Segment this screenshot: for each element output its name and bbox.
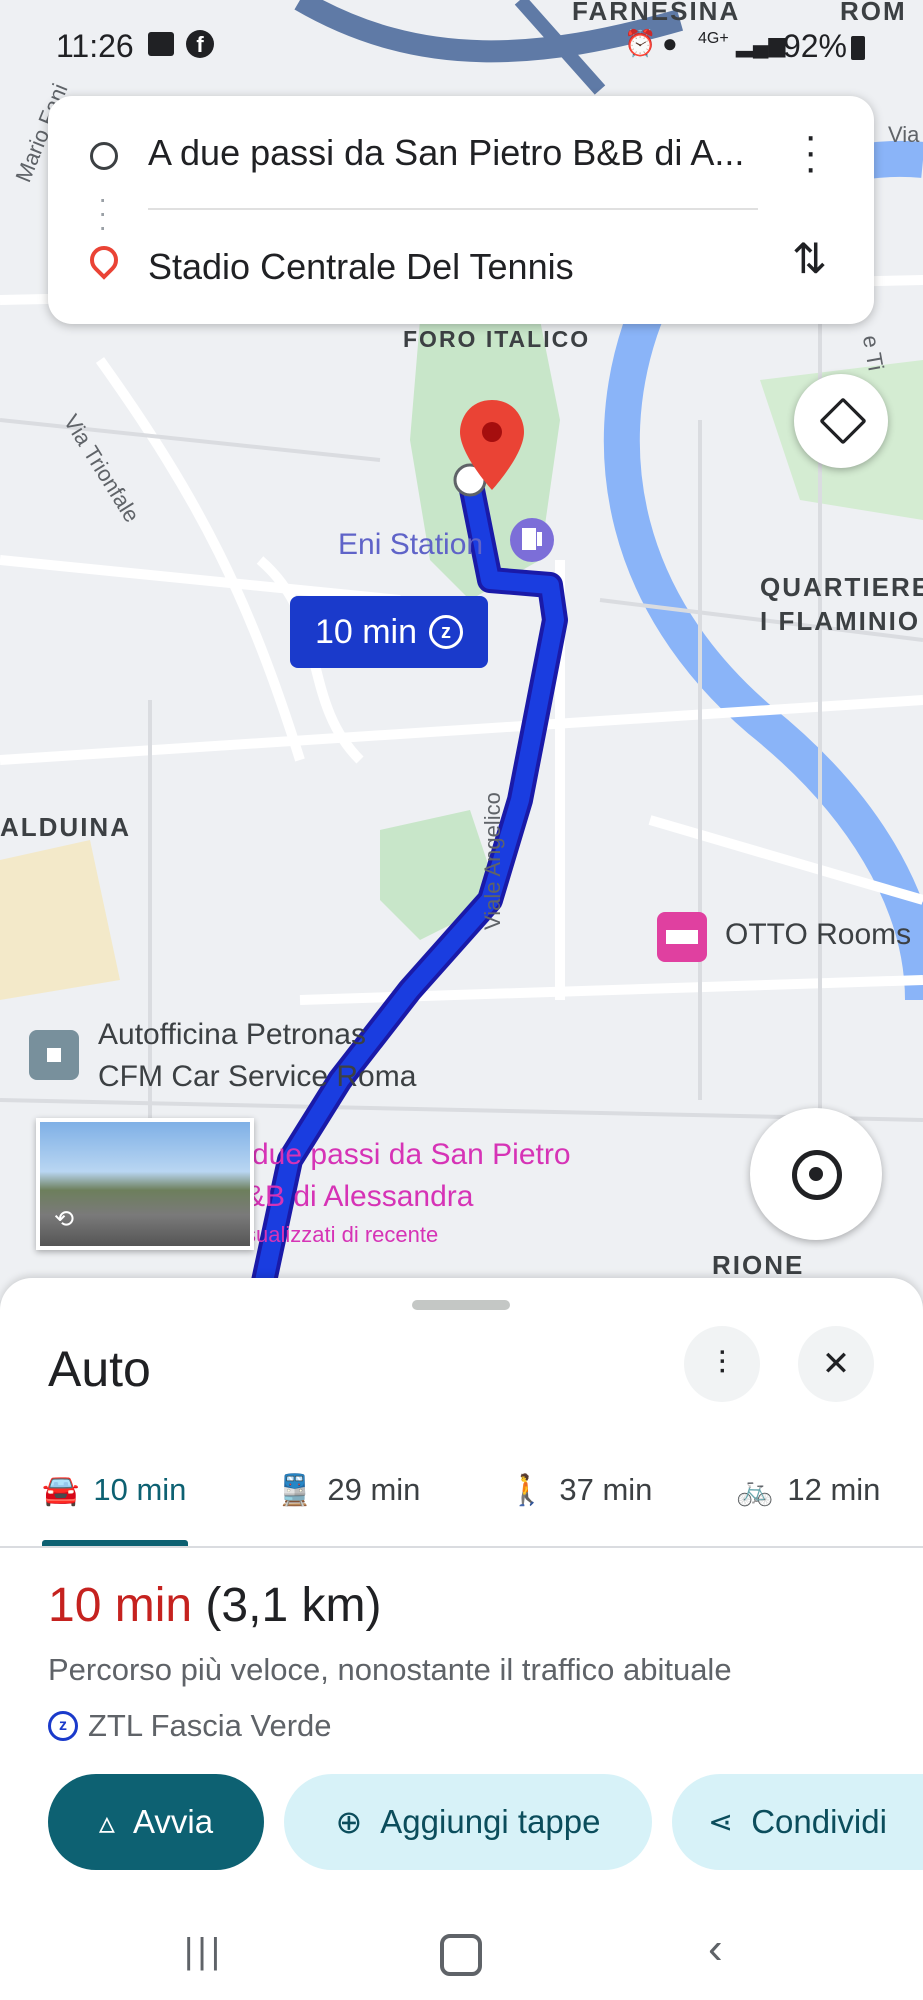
gallery-icon: [148, 32, 174, 56]
map-label-flaminio: I FLAMINIO: [760, 606, 921, 636]
field-divider: [148, 208, 758, 210]
map-label-quartiere: QUARTIERE: [760, 572, 923, 602]
map-label-balduina: ALDUINA: [0, 812, 131, 842]
map-label-rione: RIONE: [712, 1250, 805, 1280]
walk-icon: 🚶: [508, 1473, 546, 1507]
sheet-title: Auto: [48, 1341, 151, 1397]
ztl-row: z ZTL Fascia Verde: [48, 1708, 332, 1744]
map-label-bb-recent: sualizzati di recente: [245, 1222, 439, 1247]
battery-icon: [851, 36, 865, 60]
route-distance: (3,1 km): [205, 1579, 382, 1632]
tab-walk[interactable]: 🚶 37 min: [508, 1460, 652, 1520]
close-button[interactable]: ✕: [798, 1326, 874, 1402]
ztl-icon: z: [429, 615, 464, 649]
add-location-icon: ⊕: [335, 1804, 363, 1840]
map-label-bb-1: due passi da San Pietro: [252, 1138, 571, 1171]
facebook-icon: f: [186, 30, 214, 58]
route-options-button[interactable]: ⫶: [684, 1326, 760, 1402]
tab-bike[interactable]: 🚲 12 min: [736, 1460, 880, 1520]
status-bar: 11:26 f ⏰ ● 4G+ ▂▄▆ 92%: [0, 0, 923, 100]
hotel-icon[interactable]: [657, 912, 707, 962]
route-description: Percorso più veloce, nonostante il traff…: [48, 1652, 732, 1687]
bike-icon: 🚲: [736, 1473, 774, 1507]
back-icon[interactable]: ‹: [708, 1924, 723, 1974]
train-icon: 🚆: [276, 1473, 314, 1507]
route-time-badge[interactable]: 10 min z: [290, 596, 488, 668]
sliders-icon: ⫶: [717, 1345, 726, 1381]
gas-station-icon[interactable]: [510, 518, 554, 562]
map-label-bb-2: &B di Alessandra: [245, 1180, 474, 1213]
route-duration: 10 min: [48, 1579, 193, 1632]
map-label-via: Via: [888, 122, 920, 147]
more-options-icon[interactable]: · · ·: [804, 116, 817, 188]
status-time: 11:26: [56, 28, 134, 64]
route-time-label: 10 min: [314, 612, 418, 651]
add-stops-button[interactable]: ⊕ Aggiungi tappe: [284, 1774, 652, 1870]
add-stops-label: Aggiungi tappe: [380, 1803, 601, 1840]
tab-car-label: 10 min: [93, 1472, 187, 1507]
tab-bike-label: 12 min: [787, 1472, 881, 1507]
my-location-button[interactable]: [750, 1108, 882, 1240]
origin-circle-icon: [90, 142, 118, 170]
tabs-divider: [0, 1546, 923, 1548]
map-label-cfm: CFM Car Service Roma: [98, 1060, 417, 1093]
navigation-arrow-icon: ▵: [98, 1804, 115, 1840]
nav-bar: ||| ‹: [0, 1900, 923, 2000]
route-summary[interactable]: 10 min (3,1 km): [48, 1578, 381, 1633]
recent-apps-icon[interactable]: |||: [184, 1930, 224, 1972]
map-label-autofficina: Autofficina Petronas: [98, 1018, 366, 1051]
map-label-foro-italico: FORO ITALICO: [403, 326, 591, 352]
start-label: Avvia: [132, 1803, 214, 1840]
car-service-icon[interactable]: [29, 1030, 79, 1080]
ztl-label: ZTL Fascia Verde: [88, 1708, 332, 1743]
alarm-icon: ⏰: [624, 28, 657, 58]
network-label: 4G+: [698, 30, 729, 47]
start-button[interactable]: ▵ Avvia: [48, 1774, 264, 1870]
swap-icon[interactable]: ⇅: [792, 234, 827, 283]
street-view-thumbnail[interactable]: ⟲: [36, 1118, 254, 1250]
layers-button[interactable]: [794, 374, 888, 468]
tab-transit-label: 29 min: [327, 1472, 421, 1507]
tab-walk-label: 37 min: [559, 1472, 653, 1507]
close-icon: ✕: [821, 1345, 851, 1383]
share-icon: ⋖: [708, 1805, 734, 1839]
map-label-otto-rooms: OTTO Rooms: [725, 918, 912, 951]
tab-car[interactable]: 🚘 10 min: [42, 1460, 186, 1520]
home-icon[interactable]: [440, 1934, 482, 1976]
tab-transit[interactable]: 🚆 29 min: [276, 1460, 420, 1520]
route-dots: · · ·: [98, 183, 108, 242]
map-label-eni-station: Eni Station: [338, 528, 484, 561]
street-view-rotate-icon: ⟲: [54, 1206, 75, 1233]
share-label: Condividi: [751, 1803, 887, 1840]
share-button[interactable]: ⋖ Condividi: [672, 1774, 923, 1870]
map-label-viale-angelico: Viale Angelico: [480, 792, 505, 930]
directions-card: A due passi da San Pietro B&B di A... · ·…: [48, 96, 874, 324]
signal-icon: ▂▄▆: [736, 32, 786, 57]
battery-percent: 92%: [782, 28, 847, 64]
origin-field[interactable]: A due passi da San Pietro B&B di A...: [148, 132, 744, 174]
location-icon: ●: [662, 28, 678, 58]
crosshair-dot: [809, 1167, 823, 1181]
layers-icon: [819, 397, 867, 445]
ztl-icon: z: [48, 1711, 78, 1741]
car-icon: 🚘: [42, 1473, 80, 1507]
sheet-drag-handle[interactable]: [412, 1300, 510, 1310]
destination-field[interactable]: Stadio Centrale Del Tennis: [148, 246, 574, 288]
destination-pin-small-icon: [84, 240, 124, 280]
